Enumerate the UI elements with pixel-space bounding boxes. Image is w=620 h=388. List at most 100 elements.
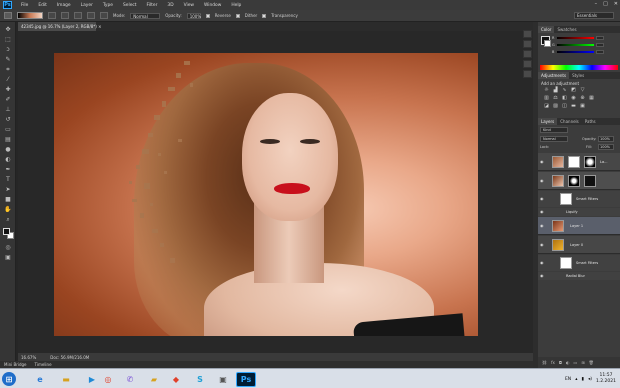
tab-color[interactable]: Color [538,26,555,33]
tray-arrow-icon[interactable]: ▴ [575,377,577,382]
smart-filter-mask[interactable] [560,257,572,269]
blue-value[interactable] [596,50,604,54]
invert-icon[interactable]: ◪ [544,104,549,109]
angle-gradient-button[interactable] [74,12,82,19]
type-tool-icon[interactable]: T [4,176,12,183]
gradient-map-icon[interactable]: ▬ [571,104,576,109]
color-lookup-icon[interactable]: ▦ [589,96,594,101]
network-icon[interactable]: ▮ [581,377,583,382]
exposure-icon[interactable]: ◩ [571,88,576,93]
photo-filter-icon[interactable]: ◉ [571,96,576,101]
menu-view[interactable]: View [179,3,199,8]
transparency-checkbox[interactable] [262,13,267,18]
reverse-checkbox[interactable] [205,13,210,18]
healing-tool-icon[interactable]: ✚ [4,86,12,93]
brush-panel-icon[interactable] [523,70,532,78]
screen-mode-icon[interactable]: ▣ [4,254,12,261]
color-swatches[interactable] [3,228,14,239]
file-explorer-icon[interactable]: ▬ [56,372,76,387]
filter-row[interactable]: ◉ Liquify [538,208,620,216]
paragraph-panel-icon[interactable] [523,60,532,68]
menu-help[interactable]: Help [226,3,246,8]
adjustment-layer-icon[interactable]: ◐ [566,360,570,365]
stamp-tool-icon[interactable]: ⊥ [4,106,12,113]
new-layer-icon[interactable]: ⊞ [581,360,584,365]
visibility-eye-icon[interactable]: ◉ [540,196,545,201]
history-panel-icon[interactable] [523,30,532,38]
layer-mask-thumbnail[interactable] [568,175,580,187]
menu-image[interactable]: Image [52,3,76,8]
lasso-tool-icon[interactable]: ↄ [4,46,12,53]
color-spectrum[interactable] [540,65,618,70]
filter-name[interactable]: Radial Blur [566,274,585,278]
filter-name[interactable]: Liquify [566,210,578,214]
foreground-color[interactable] [3,228,10,235]
clock[interactable]: 11:57 1.2.2021 [596,373,616,385]
menu-file[interactable]: File [16,3,33,8]
fill-field[interactable]: 100% [598,144,614,150]
posterize-icon[interactable]: ▨ [553,104,558,109]
layer-mask-thumbnail[interactable] [584,175,596,187]
tab-layers[interactable]: Layers [538,118,558,125]
blur-tool-icon[interactable]: ● [4,146,12,153]
viber-icon[interactable]: ✆ [120,372,140,387]
tab-channels[interactable]: Channels [557,118,582,125]
group-icon[interactable]: ▭ [574,360,578,365]
filter-row[interactable]: ◉ Radial Blur [538,272,620,280]
visibility-eye-icon[interactable]: ◉ [540,223,545,228]
menu-layer[interactable]: Layer [76,3,98,8]
selective-color-icon[interactable]: ▣ [580,104,585,109]
visibility-eye-icon[interactable]: ◉ [540,273,545,278]
app-icon[interactable]: ◆ [166,372,186,387]
red-value[interactable] [596,36,604,40]
menu-3d[interactable]: 3D [162,3,178,8]
hand-tool-icon[interactable]: ✋ [4,206,12,213]
chrome-icon[interactable]: ◎ [98,372,118,387]
doc-info[interactable]: Doc: 56.9M/216.0M [50,355,89,360]
layer-name[interactable]: La... [600,160,607,164]
dither-checkbox[interactable] [235,13,240,18]
color-panel-background[interactable] [544,40,551,47]
add-mask-icon[interactable]: ◘ [559,360,562,365]
blue-slider[interactable]: B [552,50,604,54]
layer-style-icon[interactable]: fx [551,360,555,365]
tool-preset-picker[interactable] [4,12,12,19]
levels-icon[interactable]: ▟ [553,88,558,93]
tab-styles[interactable]: Styles [569,72,587,79]
smart-filters-row[interactable]: ◉ Smart Filters [538,255,620,271]
folder-icon[interactable]: ▰ [144,372,164,387]
visibility-eye-icon[interactable]: ◉ [540,209,545,214]
layer-name[interactable]: Layer 0 [570,243,583,247]
vibrance-icon[interactable]: ▽ [580,88,585,93]
smart-filter-mask[interactable] [560,193,572,205]
gradient-preview[interactable] [17,12,43,19]
trash-icon[interactable]: 🗑 [589,360,594,365]
tab-timeline[interactable]: Timeline [35,361,52,368]
history-brush-tool-icon[interactable]: ↺ [4,116,12,123]
tab-adjustments[interactable]: Adjustments [538,72,570,79]
workspace-select[interactable]: Essentials [574,12,614,19]
gradient-tool-icon[interactable]: ▤ [4,136,12,143]
linear-gradient-button[interactable] [48,12,56,19]
visibility-eye-icon[interactable]: ◉ [540,242,545,247]
visibility-eye-icon[interactable]: ◉ [540,260,545,265]
eyedropper-tool-icon[interactable]: ⁄ [4,76,12,83]
eraser-tool-icon[interactable]: ▭ [4,126,12,133]
reflected-gradient-button[interactable] [87,12,95,19]
photoshop-taskbar-icon[interactable]: Ps [236,372,256,387]
document-image[interactable] [54,53,478,336]
layer-row[interactable]: ◉ Layer 0 [538,236,620,254]
radial-gradient-button[interactable] [61,12,69,19]
marquee-tool-icon[interactable]: ⬚ [4,36,12,43]
quick-mask-icon[interactable]: ◎ [4,244,12,251]
properties-panel-icon[interactable] [523,40,532,48]
layer-row[interactable]: ◉ La... [538,153,620,171]
curves-icon[interactable]: ∿ [562,88,567,93]
green-value[interactable] [596,43,604,47]
internet-explorer-icon[interactable]: e [30,372,50,387]
visibility-eye-icon[interactable]: ◉ [540,159,545,164]
menu-type[interactable]: Type [98,3,118,8]
channel-mixer-icon[interactable]: ⊕ [580,96,585,101]
menu-select[interactable]: Select [118,3,142,8]
threshold-icon[interactable]: ◫ [562,104,567,109]
